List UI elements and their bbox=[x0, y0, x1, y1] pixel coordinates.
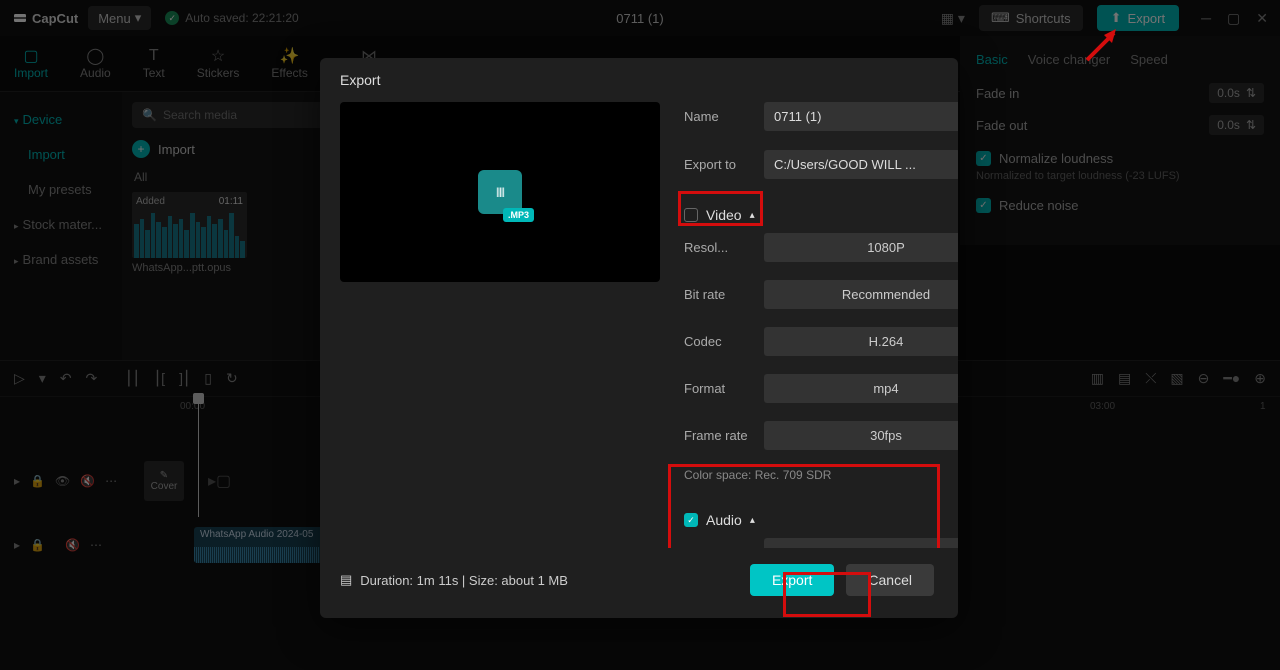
export-preview: ||||| .MP3 bbox=[340, 102, 660, 282]
modal-cancel-button[interactable]: Cancel bbox=[846, 564, 934, 596]
videoformat-dropdown[interactable]: mp4 bbox=[764, 374, 958, 403]
modal-export-button[interactable]: Export bbox=[750, 564, 834, 596]
export-info: ▤ Duration: 1m 11s | Size: about 1 MB bbox=[340, 572, 568, 588]
exportto-label: Export to bbox=[684, 157, 752, 172]
audioformat-dropdown[interactable]: MP3 bbox=[764, 538, 958, 548]
framerate-dropdown[interactable]: 30fps bbox=[764, 421, 958, 450]
mp3-icon: ||||| .MP3 bbox=[478, 170, 522, 214]
name-label: Name bbox=[684, 109, 752, 124]
film-icon: ▤ bbox=[340, 572, 352, 588]
export-modal: Export ||||| .MP3 Name Export to 📁 Video… bbox=[320, 58, 958, 618]
codec-dropdown[interactable]: H.264 bbox=[764, 327, 958, 356]
name-input[interactable] bbox=[764, 102, 958, 131]
exportto-input[interactable] bbox=[764, 150, 958, 179]
video-section-toggle[interactable]: Video▴ bbox=[684, 197, 958, 233]
resolution-dropdown[interactable]: 1080P bbox=[764, 233, 958, 262]
colorspace-label: Color space: Rec. 709 SDR bbox=[684, 468, 958, 482]
audio-section-toggle[interactable]: ✓Audio▴ bbox=[684, 502, 958, 538]
modal-title: Export bbox=[320, 58, 958, 102]
bitrate-dropdown[interactable]: Recommended bbox=[764, 280, 958, 309]
